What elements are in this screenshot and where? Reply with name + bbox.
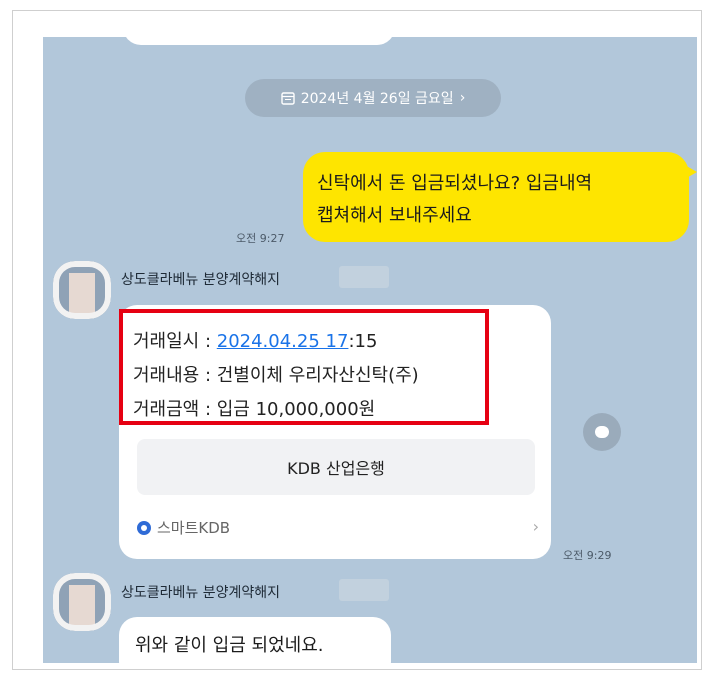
message-text: 위와 같이 입금 되었네요. — [135, 635, 324, 656]
redacted-text — [339, 579, 389, 601]
transaction-amount-line: 거래금액 : 입금 10,000,000원 — [133, 399, 376, 420]
message-text-line: 캡쳐해서 보내주세요 — [317, 205, 472, 226]
avatar-border — [53, 573, 111, 631]
avatar[interactable] — [53, 573, 111, 631]
date-label: 2024년 4월 26일 금요일 — [300, 91, 454, 107]
redacted-text — [339, 266, 389, 288]
avatar-border — [53, 261, 111, 319]
my-message-bubble[interactable]: 신탁에서 돈 입금되셨나요? 입금내역 캡쳐해서 보내주세요 — [303, 152, 697, 242]
sender-name: 상도클라베뉴 분양계약해지 — [121, 272, 281, 288]
receipt-footer[interactable]: 스마트KDB — [137, 517, 230, 538]
message-text-line: 신탁에서 돈 입금되셨나요? 입금내역 — [317, 173, 593, 194]
transaction-date-label: 거래일시 : — [133, 331, 217, 352]
transaction-date-line: 거래일시 : 2024.04.25 17:15 — [133, 327, 377, 353]
chat-area[interactable]: 2024년 4월 26일 금요일 › 신탁에서 돈 입금되셨나요? 입금내역 캡… — [43, 37, 697, 663]
receipt-bubble[interactable]: 거래일시 : 2024.04.25 17:15 거래내용 : 건별이체 우리자산… — [119, 305, 551, 559]
speech-bubble-icon — [595, 426, 609, 438]
transaction-date-suffix: :15 — [348, 331, 378, 352]
chevron-right-icon[interactable]: › — [533, 517, 539, 536]
transaction-content-line: 거래내용 : 건별이체 우리자산신탁(주) — [133, 365, 419, 386]
message-time: 오전 9:29 — [563, 549, 612, 562]
message-bubble[interactable]: 위와 같이 입금 되었네요. — [119, 617, 391, 663]
kdb-logo-icon — [137, 520, 151, 535]
footer-label: 스마트KDB — [157, 519, 231, 537]
screenshot-frame: 2024년 4월 26일 금요일 › 신탁에서 돈 입금되셨나요? 입금내역 캡… — [12, 10, 702, 670]
previous-message-bubble — [123, 37, 395, 45]
message-time: 오전 9:27 — [236, 232, 285, 245]
kdb-bank-button[interactable]: KDB 산업은행 — [137, 439, 535, 495]
transaction-date-link[interactable]: 2024.04.25 17 — [217, 331, 349, 352]
chevron-right-icon: › — [459, 90, 466, 106]
avatar[interactable] — [53, 261, 111, 319]
share-icon[interactable] — [583, 413, 621, 451]
sender-name: 상도클라베뉴 분양계약해지 — [121, 585, 281, 601]
date-divider[interactable]: 2024년 4월 26일 금요일 › — [245, 79, 501, 117]
calendar-icon — [281, 92, 295, 105]
